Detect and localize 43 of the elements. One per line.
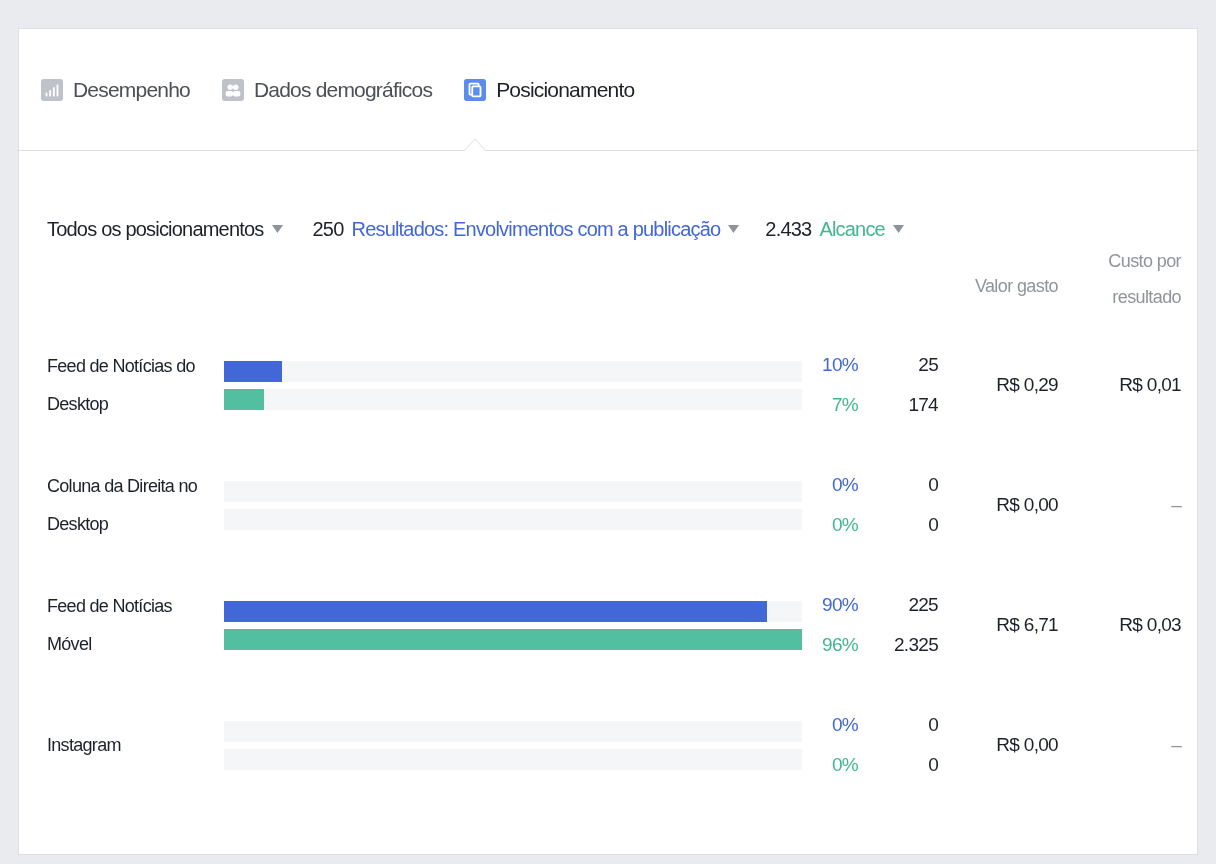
placement-name: Feed de Notícias Móvel xyxy=(47,595,173,656)
placement-dropdown[interactable]: Todos os posicionamentos xyxy=(47,214,283,244)
tab[interactable]: Posicionamento xyxy=(464,29,635,150)
reach-count: 174 xyxy=(908,393,938,417)
people-icon xyxy=(221,76,244,103)
amount-spent: R$ 0,29 xyxy=(996,373,1058,395)
results-count: 25 xyxy=(918,353,938,377)
pages-icon xyxy=(464,76,487,103)
results-count: 0 xyxy=(928,713,938,737)
cost-per-result: – xyxy=(1171,733,1181,755)
reach-percent: 96% xyxy=(822,633,858,657)
reach-count: 2.433 xyxy=(765,217,812,242)
cost-per-result: – xyxy=(1171,493,1181,515)
column-header: Custo por resultado xyxy=(1107,250,1181,309)
reach-percent: 0% xyxy=(831,513,858,537)
caret-icon xyxy=(892,225,904,233)
reach-count: 0 xyxy=(928,513,938,537)
placement-name: Instagram xyxy=(47,734,122,757)
tab[interactable]: Dados demográficos xyxy=(221,29,433,150)
caret-icon xyxy=(271,225,283,233)
bar-chart-icon xyxy=(41,76,63,103)
amount-spent: R$ 0,00 xyxy=(996,493,1058,515)
results-percent: 10% xyxy=(822,353,858,377)
results-count: 225 xyxy=(908,593,938,617)
results-percent: 0% xyxy=(831,473,858,497)
results-percent: 90% xyxy=(822,593,858,617)
placement-name: Feed de Notícias do Desktop xyxy=(47,355,196,416)
amount-spent: R$ 0,00 xyxy=(996,733,1058,755)
column-header: Valor gasto xyxy=(973,275,1058,298)
caret-icon xyxy=(728,225,740,233)
results-dropdown[interactable]: Resultados: Envolvimentos com a publicação xyxy=(351,214,740,244)
results-count: 0 xyxy=(928,473,938,497)
results-percent: 0% xyxy=(831,713,858,737)
cost-per-result: R$ 0,01 xyxy=(1119,373,1181,395)
reach-count: 0 xyxy=(928,753,938,777)
results-count: 250 xyxy=(312,217,344,242)
reach-count: 2.325 xyxy=(893,633,938,657)
tab[interactable]: Desempenho xyxy=(41,29,190,150)
cost-per-result: R$ 0,03 xyxy=(1119,613,1181,635)
reach-percent: 0% xyxy=(831,753,858,777)
reach-percent: 7% xyxy=(831,393,858,417)
placement-name: Coluna da Direita no Desktop xyxy=(47,475,199,536)
amount-spent: R$ 6,71 xyxy=(996,613,1058,635)
